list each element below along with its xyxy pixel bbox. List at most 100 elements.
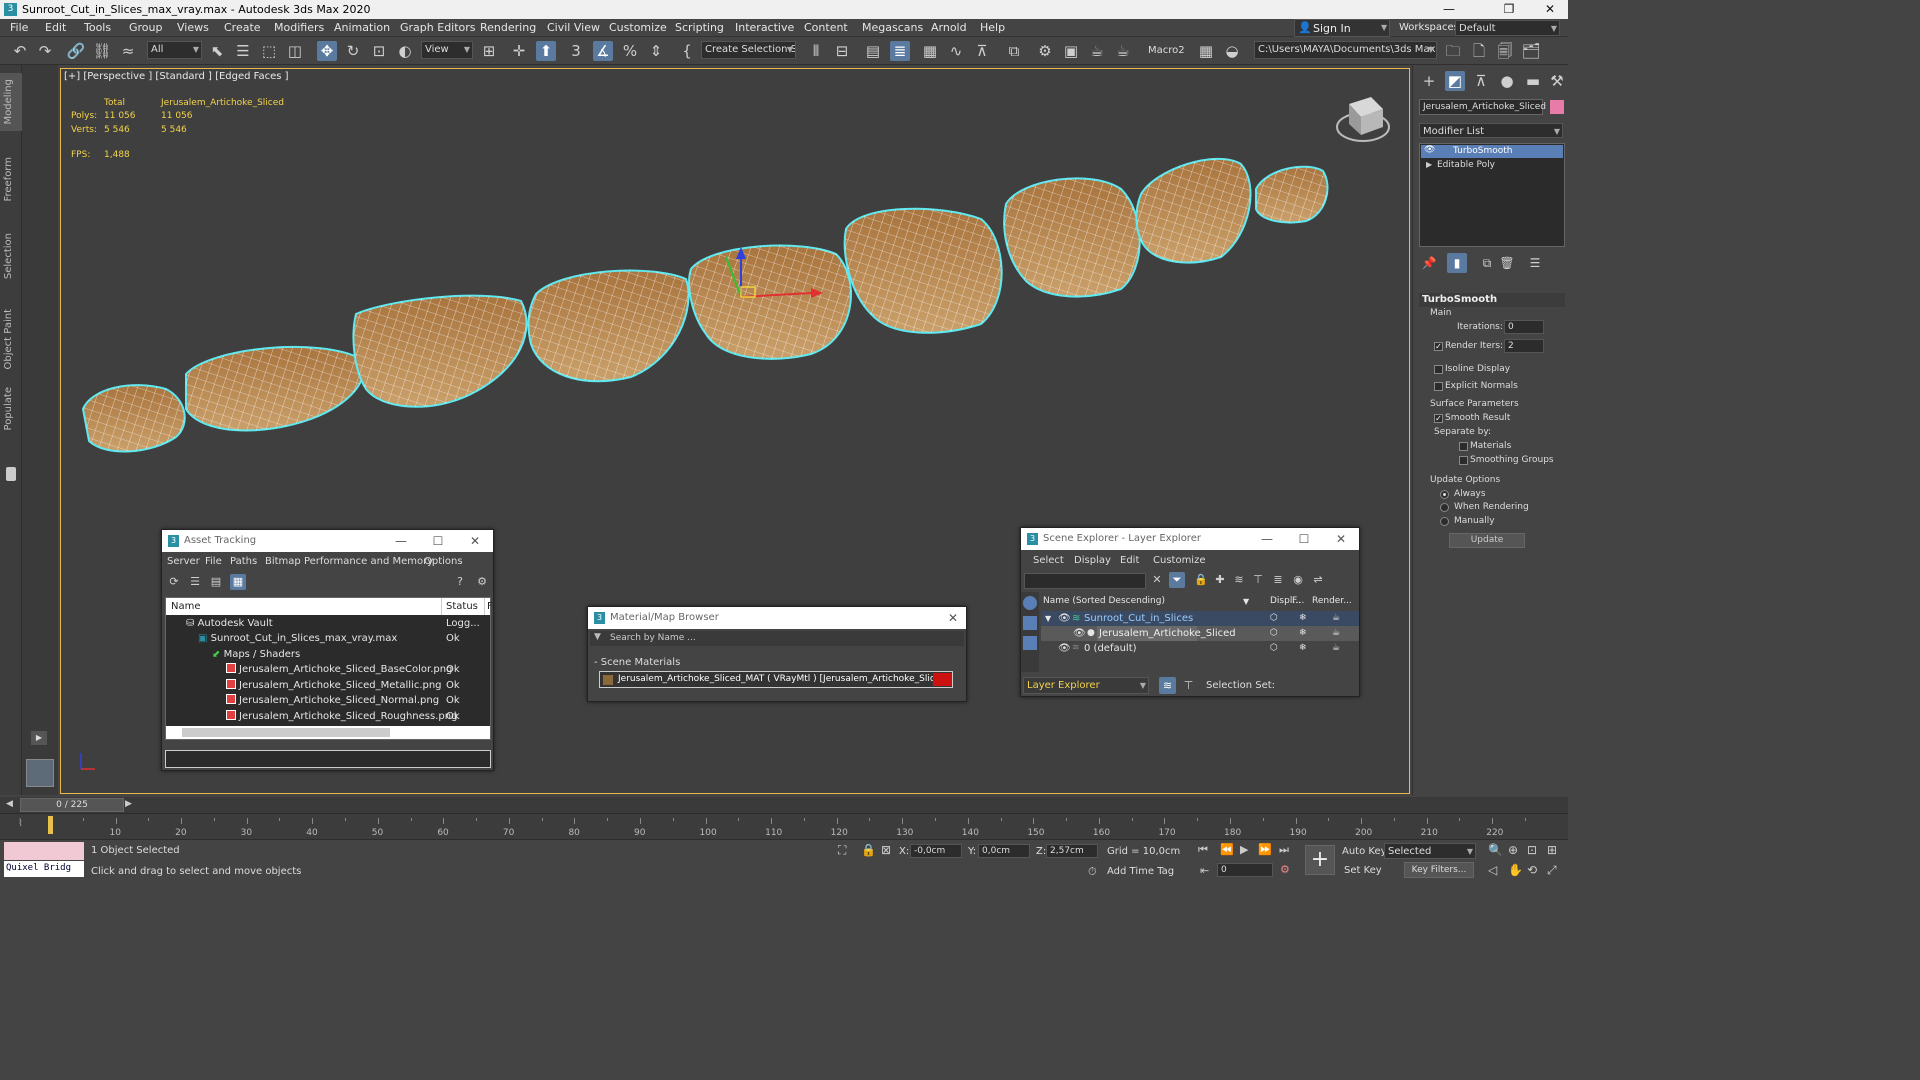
snaps-toggle-icon[interactable]: 3 xyxy=(566,41,586,61)
menu-options[interactable]: Options xyxy=(424,556,463,567)
table-row[interactable]: Jerusalem_Artichoke_Sliced_Metallic.png xyxy=(226,678,442,693)
arnold-render-icon[interactable]: ◒ xyxy=(1222,41,1242,61)
tab-selection[interactable]: Selection xyxy=(3,233,19,279)
col-name-header[interactable]: Name (Sorted Descending) xyxy=(1043,594,1165,609)
tab-freeform[interactable]: Freeform xyxy=(3,157,19,202)
schematic-view-icon[interactable]: ⊼ xyxy=(972,41,992,61)
render-setup-icon[interactable]: ⚙ xyxy=(1035,41,1055,61)
select-by-name-icon[interactable]: ☰ xyxy=(233,41,253,61)
expand-icon[interactable]: ▶ xyxy=(31,731,47,745)
materials-checkbox[interactable] xyxy=(1459,442,1468,451)
scene-states-icon[interactable]: 🗂 xyxy=(1521,41,1541,61)
table-row[interactable]: Jerusalem_Artichoke_Sliced_BaseColor.png xyxy=(226,662,452,677)
hierarchy-mode-icon[interactable]: ⊤ xyxy=(1180,677,1197,694)
time-slider-thumb[interactable]: 0 / 225 xyxy=(20,798,124,812)
selection-filter-dropdown[interactable]: All ▼ xyxy=(147,41,202,59)
minimize-icon[interactable]: — xyxy=(1252,528,1282,550)
current-frame-field[interactable]: 0 xyxy=(1217,863,1273,877)
auto-key-button[interactable]: Auto Key xyxy=(1342,846,1387,857)
keyboard-shortcut-override-icon[interactable]: ⬆ xyxy=(536,41,556,61)
time-tag-icon[interactable]: ⏱ xyxy=(1088,865,1097,879)
display-none-icon[interactable] xyxy=(1023,596,1037,610)
filter-icon[interactable]: ⏷ xyxy=(1169,572,1185,588)
menu-edit[interactable]: Edit xyxy=(45,21,66,34)
material-browser-titlebar[interactable]: 3 Material/Map Browser ✕ xyxy=(588,607,966,629)
motion-tab-icon[interactable]: ● xyxy=(1497,71,1517,91)
create-layer-icon[interactable]: ✚ xyxy=(1212,572,1228,588)
go-to-end-icon[interactable]: ⏭ xyxy=(1279,843,1289,857)
unlink-icon[interactable]: ⛓ xyxy=(92,41,112,61)
percent-snap-icon[interactable]: % xyxy=(620,41,640,61)
select-move-icon[interactable]: ✥ xyxy=(317,41,337,61)
render-iters-spinner[interactable]: 2 xyxy=(1504,339,1544,353)
mirror-icon[interactable]: ⫴ xyxy=(806,41,826,61)
col-freeze-header[interactable]: F... xyxy=(1292,594,1304,609)
horizontal-scrollbar[interactable] xyxy=(166,726,490,739)
maximize-icon[interactable]: ☐ xyxy=(1289,528,1319,550)
redo-icon[interactable]: ↷ xyxy=(35,41,55,61)
display-box-icon[interactable]: ⬡ xyxy=(1270,626,1278,641)
field-of-view-icon[interactable]: ◁ xyxy=(1488,863,1497,877)
search-bar[interactable]: ▼ Search by Name ... xyxy=(590,631,964,646)
table-view-icon[interactable]: ▤ xyxy=(208,574,224,590)
settings-icon[interactable]: ⚙ xyxy=(474,574,490,590)
menu-graph-editors[interactable]: Graph Editors xyxy=(400,21,476,34)
sign-in-dropdown[interactable]: 👤 Sign In ▼ xyxy=(1294,19,1390,37)
curve-editor-icon[interactable]: ∿ xyxy=(946,41,966,61)
scene-explorer-titlebar[interactable]: 3 Scene Explorer - Layer Explorer — ☐ ✕ xyxy=(1021,528,1359,550)
menu-tools[interactable]: Tools xyxy=(84,21,111,34)
search-options-icon[interactable]: ▼ xyxy=(594,632,601,642)
utilities-tab-icon[interactable]: ⚒ xyxy=(1547,71,1567,91)
track-bar[interactable]: ⌇ 10 20 30 40 50 60 70 80 90 100 110 120 130 140 150 16… xyxy=(0,813,1568,839)
object-name-field[interactable]: Jerusalem_Artichoke_Sliced xyxy=(1419,99,1546,115)
freeze-icon[interactable]: ❄ xyxy=(1299,611,1307,626)
col-render-header[interactable]: Render... xyxy=(1312,594,1352,609)
smooth-result-checkbox[interactable]: ✓ xyxy=(1434,414,1443,423)
manipulate-icon[interactable]: ✛ xyxy=(509,41,529,61)
render-iters-checkbox[interactable]: ✓ xyxy=(1434,342,1443,351)
angle-snap-icon[interactable]: ∡ xyxy=(593,41,613,61)
hierarchy-icon[interactable]: ⊤ xyxy=(1250,572,1266,588)
prev-frame-icon[interactable]: ◀ xyxy=(6,799,13,809)
z-coordinate-field[interactable]: 2,57cm xyxy=(1046,844,1098,858)
help-icon[interactable]: ? xyxy=(452,574,468,590)
key-selection-dropdown[interactable]: Selected ▼ xyxy=(1384,843,1476,859)
find-field[interactable] xyxy=(1024,573,1146,589)
export-icon[interactable]: 🗐 xyxy=(1495,41,1515,61)
remove-modifier-icon[interactable]: 🗑 xyxy=(1497,253,1517,273)
y-coordinate-field[interactable]: 0,0cm xyxy=(978,844,1030,858)
menu-views[interactable]: Views xyxy=(177,21,209,34)
scene-materials-section[interactable]: - Scene Materials xyxy=(594,657,680,668)
zoom-all-icon[interactable]: ⊕ xyxy=(1508,843,1518,857)
menu-megascans[interactable]: Megascans xyxy=(862,21,923,34)
zoom-extents-icon[interactable]: ⊡ xyxy=(1527,843,1537,857)
menu-group[interactable]: Group xyxy=(129,21,163,34)
menu-customize[interactable]: Customize xyxy=(1153,555,1206,566)
table-row[interactable]: ⬋ Maps / Shaders xyxy=(212,647,300,662)
select-rotate-icon[interactable]: ↻ xyxy=(343,41,363,61)
pin-stack-icon[interactable]: 📌 xyxy=(1419,253,1439,273)
add-to-layer-icon[interactable]: ≋ xyxy=(1231,572,1247,588)
col-name-header[interactable]: Name xyxy=(171,599,201,614)
spinner-snap-icon[interactable]: ⇕ xyxy=(646,41,666,61)
menu-display[interactable]: Display xyxy=(1074,555,1111,566)
add-time-tag[interactable]: Add Time Tag xyxy=(1107,866,1174,877)
expand-triangle-icon[interactable]: ▶ xyxy=(1426,160,1432,169)
menu-scripting[interactable]: Scripting xyxy=(675,21,724,34)
macro-button[interactable]: Macro2 xyxy=(1148,45,1185,56)
viewport-layout-icon[interactable] xyxy=(26,759,54,787)
show-end-result-icon[interactable]: ▮ xyxy=(1447,253,1467,273)
menu-help[interactable]: Help xyxy=(980,21,1005,34)
reference-coordinate-dropdown[interactable]: View ▼ xyxy=(421,41,473,59)
grid-view-icon[interactable]: ▦ xyxy=(230,574,246,590)
close-icon[interactable]: ✕ xyxy=(938,607,968,629)
tab-object-paint[interactable]: Object Paint xyxy=(3,309,19,370)
set-key-icon[interactable]: + xyxy=(1305,845,1335,875)
viewcube[interactable] xyxy=(1336,97,1390,142)
path-field[interactable] xyxy=(165,750,491,768)
quixel-bridge-field[interactable]: Quixel Bridg xyxy=(4,861,84,877)
render-teapot-icon[interactable]: ☕ xyxy=(1332,611,1340,626)
key-mode-icon[interactable]: ⇤ xyxy=(1200,864,1209,877)
menu-bitmap-performance[interactable]: Bitmap Performance and Memory xyxy=(265,556,433,567)
stack-item-turbosmooth[interactable]: 👁 TurboSmooth xyxy=(1421,145,1563,158)
